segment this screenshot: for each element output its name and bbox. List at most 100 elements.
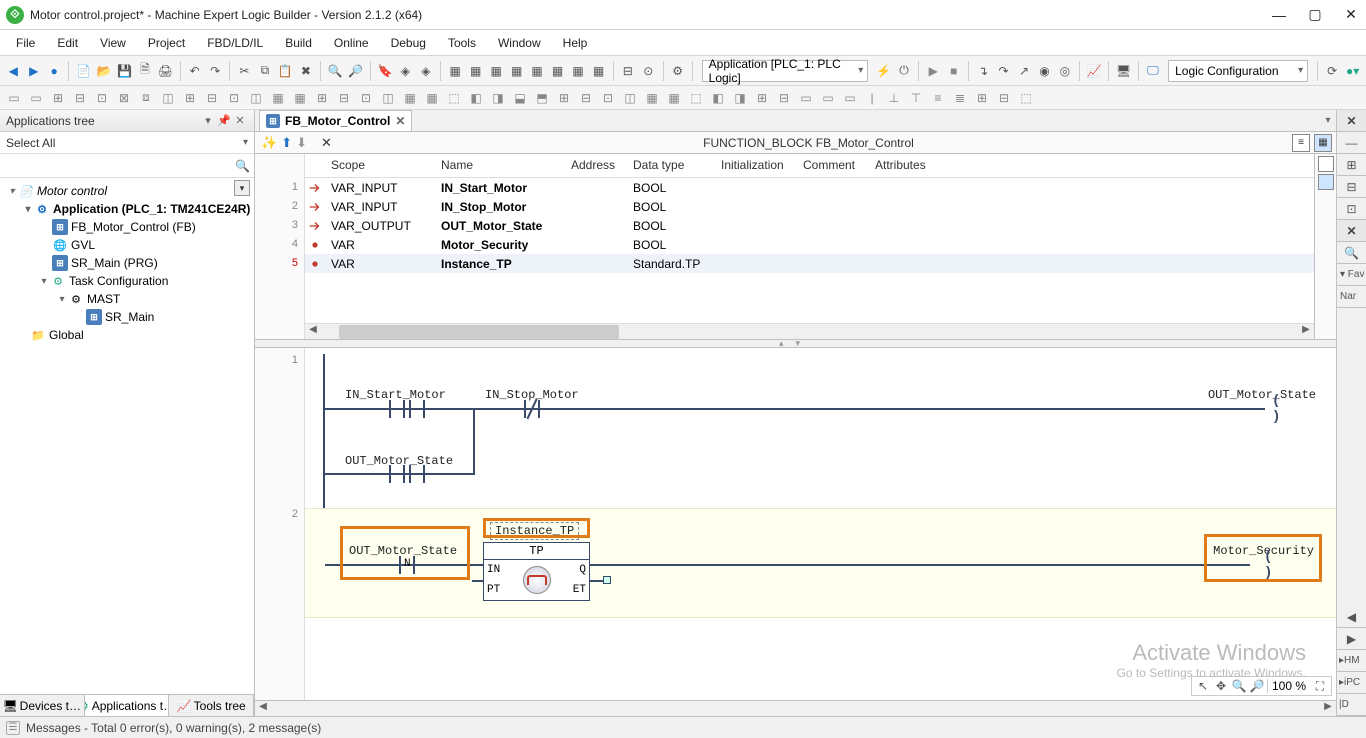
build-icon[interactable]: ⚙ xyxy=(668,60,686,82)
maximize-button[interactable]: ▢ xyxy=(1306,6,1324,23)
ld-tool-33[interactable]: ◧ xyxy=(708,88,728,108)
rsb-fav[interactable]: ▾ Fav xyxy=(1337,264,1366,286)
rsb-nar[interactable]: Nar xyxy=(1337,286,1366,308)
menu-help[interactable]: Help xyxy=(553,34,598,52)
decl-hscroll[interactable]: ◀▶ xyxy=(305,323,1314,339)
rsb-dash[interactable]: — xyxy=(1337,132,1366,154)
ld-tool-47[interactable]: ⬚ xyxy=(1016,88,1036,108)
rsb-search-icon[interactable]: 🔍 xyxy=(1337,242,1366,264)
ld-tool-2[interactable]: ▭ xyxy=(26,88,46,108)
ld-tool-36[interactable]: ⊟ xyxy=(774,88,794,108)
menu-edit[interactable]: Edit xyxy=(47,34,88,52)
ld-tool-12[interactable]: ◫ xyxy=(246,88,266,108)
paste-icon[interactable]: 📋 xyxy=(276,60,294,82)
col-comment[interactable]: Comment xyxy=(797,154,869,177)
ld-tool-22[interactable]: ◧ xyxy=(466,88,486,108)
screen-icon[interactable]: 🖵 xyxy=(1144,60,1162,82)
tab-applications-tree[interactable]: ⚙Applications t… xyxy=(85,695,170,716)
panel-close-icon[interactable]: ✕ xyxy=(232,114,248,127)
status-dot-icon[interactable]: ●▾ xyxy=(1343,60,1361,82)
ld-net2-icon[interactable]: ▦ xyxy=(466,60,484,82)
tree-search-input[interactable] xyxy=(4,157,235,175)
rsb-close-2[interactable]: ✕ xyxy=(1337,220,1366,242)
ld-tool-40[interactable]: | xyxy=(862,88,882,108)
bp-toggle-icon[interactable]: ◎ xyxy=(1056,60,1074,82)
nc-contact[interactable] xyxy=(520,400,544,418)
cut-icon[interactable]: ✂ xyxy=(235,60,253,82)
decl-row[interactable]: VAR_INPUTIN_Stop_MotorBOOL xyxy=(305,197,1314,216)
breakpoint-icon[interactable]: ◉ xyxy=(1035,60,1053,82)
rsb-close-1[interactable]: ✕ xyxy=(1337,110,1366,132)
delete-icon[interactable]: ✖ xyxy=(297,60,315,82)
n-contact[interactable]: N xyxy=(395,556,419,574)
ld-tool-9[interactable]: ⊞ xyxy=(180,88,200,108)
col-init[interactable]: Initialization xyxy=(715,154,797,177)
ld-tool-43[interactable]: ≡ xyxy=(928,88,948,108)
col-scope[interactable]: Scope xyxy=(325,154,435,177)
bookmark-icon[interactable]: 🔖 xyxy=(376,60,394,82)
decl-row-selected[interactable]: VARInstance_TPStandard.TP xyxy=(305,254,1314,273)
ladder-editor[interactable]: 1 2 IN_Start_Motor IN_Stop_Motor OUT_Mot… xyxy=(255,348,1336,700)
col-address[interactable]: Address xyxy=(565,154,627,177)
ld-tool-23[interactable]: ◨ xyxy=(488,88,508,108)
ladder-canvas[interactable]: IN_Start_Motor IN_Stop_Motor OUT_Motor_S… xyxy=(305,348,1336,700)
ld-net3-icon[interactable]: ▦ xyxy=(487,60,505,82)
pan-icon[interactable]: ✥ xyxy=(1213,678,1229,694)
nav-back-icon[interactable]: ◀ xyxy=(4,60,22,82)
ld-tool-44[interactable]: ≣ xyxy=(950,88,970,108)
run-icon[interactable]: ▶ xyxy=(924,60,942,82)
ld-tool-19[interactable]: ▦ xyxy=(400,88,420,108)
ld-tool-32[interactable]: ⬚ xyxy=(686,88,706,108)
col-attributes[interactable]: Attributes xyxy=(869,154,949,177)
ld-tool-7[interactable]: ⧈ xyxy=(136,88,156,108)
zoom-in-icon[interactable]: 🔍 xyxy=(1231,678,1247,694)
ld-tool-15[interactable]: ⊞ xyxy=(312,88,332,108)
save-all-icon[interactable]: 🗎 xyxy=(136,60,154,82)
ld-net5-icon[interactable]: ▦ xyxy=(528,60,546,82)
minimize-button[interactable]: ― xyxy=(1270,7,1288,23)
decl-toggle-2[interactable] xyxy=(1318,174,1334,190)
zoom-out-icon[interactable]: 🔎 xyxy=(1249,678,1265,694)
decl-view-table-icon[interactable]: ▦ xyxy=(1314,134,1332,152)
rsb-btn1[interactable]: ⊞ xyxy=(1337,154,1366,176)
new-icon[interactable]: 📄 xyxy=(74,60,92,82)
rsb-d[interactable]: |D xyxy=(1337,694,1366,716)
fb-block[interactable]: TP IN PT Q ET xyxy=(483,542,590,601)
menu-project[interactable]: Project xyxy=(138,34,195,52)
coil-label[interactable]: OUT_Motor_State xyxy=(1208,388,1316,402)
cursor-icon[interactable]: ↖ xyxy=(1195,678,1211,694)
application-selector[interactable]: Application [PLC_1: PLC Logic] xyxy=(702,60,869,82)
decl-view-text-icon[interactable]: ≡ xyxy=(1292,134,1310,152)
ld-tool-6[interactable]: ⊠ xyxy=(114,88,134,108)
decl-row[interactable]: VAR_OUTPUTOUT_Motor_StateBOOL xyxy=(305,216,1314,235)
ld-tool-11[interactable]: ⊡ xyxy=(224,88,244,108)
rsb-btn2[interactable]: ⊟ xyxy=(1337,176,1366,198)
find-icon[interactable]: 🔍 xyxy=(326,60,344,82)
decl-row[interactable]: VAR_INPUTIN_Start_MotorBOOL xyxy=(305,178,1314,197)
menu-fbd-ld-il[interactable]: FBD/LD/IL xyxy=(197,34,273,52)
ld-tool-16[interactable]: ⊟ xyxy=(334,88,354,108)
bookmark-next-icon[interactable]: ◈ xyxy=(417,60,435,82)
rsb-hm[interactable]: ▸HM xyxy=(1337,650,1366,672)
ld-tool-46[interactable]: ⊟ xyxy=(994,88,1014,108)
decl-row[interactable]: VARMotor_SecurityBOOL xyxy=(305,235,1314,254)
ld-tool-38[interactable]: ▭ xyxy=(818,88,838,108)
no-contact[interactable] xyxy=(405,465,429,483)
ld-tool-4[interactable]: ⊟ xyxy=(70,88,90,108)
rsb-scroll-left[interactable]: ◀ xyxy=(1337,606,1366,628)
splitter[interactable]: ▴▾ xyxy=(255,340,1336,348)
nav-home-icon[interactable]: ● xyxy=(45,60,63,82)
menu-view[interactable]: View xyxy=(90,34,136,52)
rsb-ipc[interactable]: ▸iPC xyxy=(1337,672,1366,694)
tabs-overflow-icon[interactable]: ▾ xyxy=(1320,115,1336,131)
ld-tool-42[interactable]: ⊤ xyxy=(906,88,926,108)
ld-tool-21[interactable]: ⬚ xyxy=(444,88,464,108)
ld-net-icon[interactable]: ▦ xyxy=(446,60,464,82)
ld-tool-8[interactable]: ◫ xyxy=(158,88,178,108)
open-icon[interactable]: 📂 xyxy=(95,60,113,82)
refresh-icon[interactable]: ⟳ xyxy=(1323,60,1341,82)
coil[interactable]: ( ) xyxy=(1264,556,1288,574)
ld-tool-45[interactable]: ⊞ xyxy=(972,88,992,108)
ld-net7-icon[interactable]: ▦ xyxy=(569,60,587,82)
menu-tools[interactable]: Tools xyxy=(438,34,486,52)
